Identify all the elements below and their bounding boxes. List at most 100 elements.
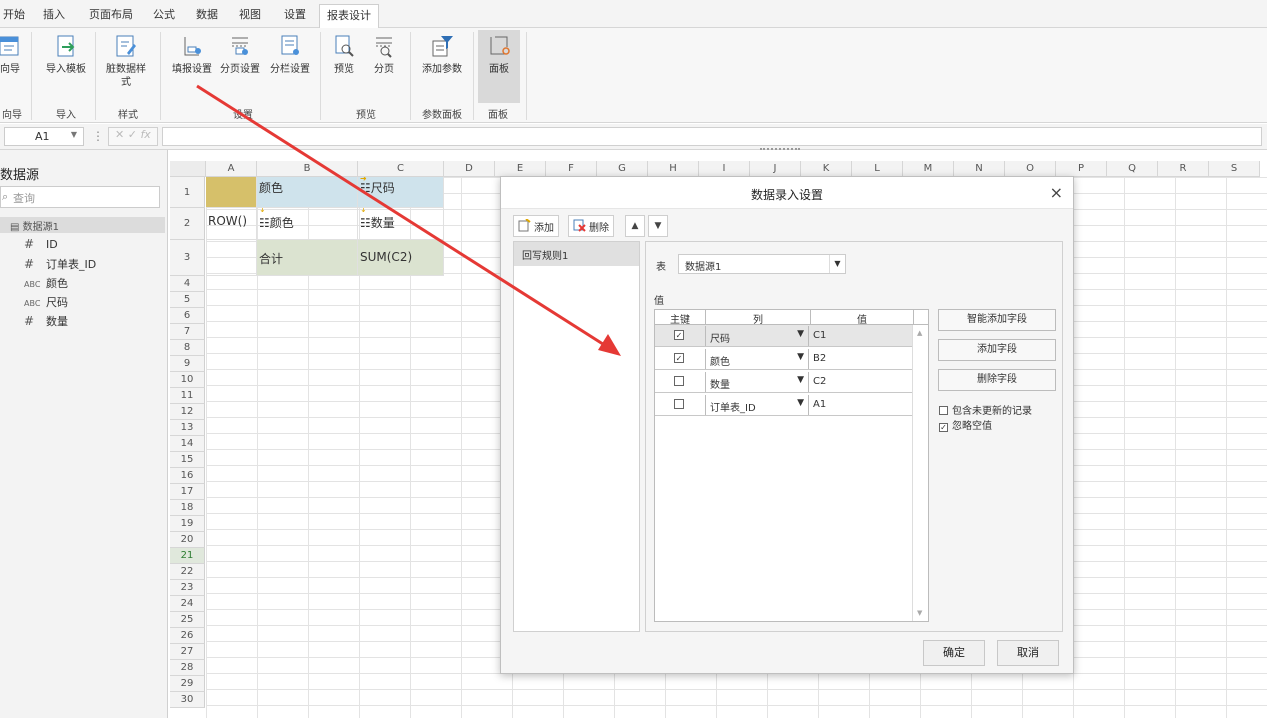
column-select[interactable]: 数量 ▼ xyxy=(705,372,809,392)
row-header-2[interactable]: 2 xyxy=(170,208,205,240)
row-header-19[interactable]: 19 xyxy=(170,516,205,532)
field-item[interactable]: ABC 颜色 xyxy=(24,275,68,291)
column-header-k[interactable]: K xyxy=(801,161,852,177)
row-header-24[interactable]: 24 xyxy=(170,596,205,612)
row-header-18[interactable]: 18 xyxy=(170,500,205,516)
scroll-up-icon[interactable]: ▲ xyxy=(917,329,922,337)
tab-view[interactable]: 视图 xyxy=(239,6,261,22)
field-item[interactable]: # ID xyxy=(24,237,58,251)
column-header-c[interactable]: C xyxy=(358,161,444,177)
column-header-l[interactable]: L xyxy=(852,161,903,177)
cell-b1[interactable]: 颜色 xyxy=(257,177,358,208)
splitter-handle[interactable] xyxy=(760,148,800,151)
row-header-8[interactable]: 8 xyxy=(170,340,205,356)
cell-b2[interactable]: ↓ ☷颜色 xyxy=(257,208,358,240)
cell-c2[interactable]: ↓ ☷数量 xyxy=(358,208,444,240)
formula-input[interactable] xyxy=(162,127,1262,146)
scroll-down-icon[interactable]: ▼ xyxy=(917,609,922,617)
panel-button[interactable]: 面板 xyxy=(484,33,514,76)
row-header-23[interactable]: 23 xyxy=(170,580,205,596)
delete-rule-button[interactable]: 删除 xyxy=(568,215,614,237)
delete-field-button[interactable]: 删除字段 xyxy=(938,369,1056,391)
tab-data[interactable]: 数据 xyxy=(196,6,218,22)
page-settings-button[interactable]: 分页设置 xyxy=(218,33,262,76)
row-header-14[interactable]: 14 xyxy=(170,436,205,452)
tab-start[interactable]: 开始 xyxy=(3,6,25,22)
table-scrollbar[interactable]: ▲ ▼ xyxy=(912,325,928,621)
wizard-button[interactable]: 向导 xyxy=(0,33,24,76)
include-unupdated-checkbox[interactable] xyxy=(939,406,948,415)
import-template-button[interactable]: 导入模板 xyxy=(44,33,88,76)
row-header-30[interactable]: 30 xyxy=(170,692,205,708)
column-header-m[interactable]: M xyxy=(903,161,954,177)
row-header-5[interactable]: 5 xyxy=(170,292,205,308)
column-header-q[interactable]: Q xyxy=(1107,161,1158,177)
row-header-21[interactable]: 21 xyxy=(170,548,205,564)
column-header-d[interactable]: D xyxy=(444,161,495,177)
primary-key-checkbox[interactable] xyxy=(674,376,684,386)
row-header-12[interactable]: 12 xyxy=(170,404,205,420)
row-header-28[interactable]: 28 xyxy=(170,660,205,676)
table-row[interactable]: ✓ 尺码 ▼ C1 xyxy=(655,325,913,347)
field-item[interactable]: # 订单表_ID xyxy=(24,256,96,272)
table-row[interactable]: 订单表_ID ▼ A1 xyxy=(655,394,913,416)
add-parameter-button[interactable]: 添加参数 xyxy=(420,33,464,76)
dirty-data-style-button[interactable]: 脏数据样式 xyxy=(104,33,148,89)
row-header-20[interactable]: 20 xyxy=(170,532,205,548)
ignore-empty-checkbox[interactable]: ✓ xyxy=(939,423,948,432)
column-header-a[interactable]: A xyxy=(206,161,257,177)
column-header-n[interactable]: N xyxy=(954,161,1005,177)
paginate-button[interactable]: 分页 xyxy=(370,33,398,76)
preview-button[interactable]: 预览 xyxy=(330,33,358,76)
cell-a2[interactable]: ROW() xyxy=(206,208,257,240)
move-up-button[interactable]: ▲ xyxy=(625,215,645,237)
column-header-j[interactable]: J xyxy=(750,161,801,177)
row-header-1[interactable]: 1 xyxy=(170,177,205,208)
cell-a3[interactable] xyxy=(206,240,257,276)
cell-a1[interactable] xyxy=(206,177,257,208)
tab-page-layout[interactable]: 页面布局 xyxy=(89,6,133,22)
row-header-26[interactable]: 26 xyxy=(170,628,205,644)
select-all-corner[interactable] xyxy=(170,161,206,177)
column-header-b[interactable]: B xyxy=(257,161,358,177)
table-row[interactable]: ✓ 颜色 ▼ B2 xyxy=(655,348,913,370)
add-field-button[interactable]: 添加字段 xyxy=(938,339,1056,361)
primary-key-checkbox[interactable] xyxy=(674,399,684,409)
field-item[interactable]: # 数量 xyxy=(24,313,68,329)
move-down-button[interactable]: ▼ xyxy=(648,215,668,237)
add-rule-button[interactable]: 添加 xyxy=(513,215,559,237)
datasource-search-input[interactable]: ⌕ 查询 xyxy=(0,186,160,208)
smart-add-field-button[interactable]: 智能添加字段 xyxy=(938,309,1056,331)
column-settings-button[interactable]: 分栏设置 xyxy=(268,33,312,76)
column-header-f[interactable]: F xyxy=(546,161,597,177)
table-select[interactable]: 数据源1 ▼ xyxy=(678,254,846,274)
column-header-s[interactable]: S xyxy=(1209,161,1260,177)
row-header-22[interactable]: 22 xyxy=(170,564,205,580)
primary-key-checkbox[interactable]: ✓ xyxy=(674,353,684,363)
row-header-13[interactable]: 13 xyxy=(170,420,205,436)
column-header-r[interactable]: R xyxy=(1158,161,1209,177)
row-header-10[interactable]: 10 xyxy=(170,372,205,388)
column-select[interactable]: 订单表_ID ▼ xyxy=(705,395,809,415)
column-header-g[interactable]: G xyxy=(597,161,648,177)
column-select[interactable]: 颜色 ▼ xyxy=(705,349,809,369)
row-header-9[interactable]: 9 xyxy=(170,356,205,372)
tree-item-datasource[interactable]: ▤ 数据源1 xyxy=(0,217,165,233)
tab-settings[interactable]: 设置 xyxy=(284,6,306,22)
cell-c1[interactable]: ➜ ☷尺码 xyxy=(358,177,444,208)
row-header-17[interactable]: 17 xyxy=(170,484,205,500)
column-header-h[interactable]: H xyxy=(648,161,699,177)
tab-formula[interactable]: 公式 xyxy=(153,6,175,22)
row-header-25[interactable]: 25 xyxy=(170,612,205,628)
row-header-29[interactable]: 29 xyxy=(170,676,205,692)
column-header-p[interactable]: P xyxy=(1056,161,1107,177)
column-header-e[interactable]: E xyxy=(495,161,546,177)
table-row[interactable]: 数量 ▼ C2 xyxy=(655,371,913,393)
primary-key-checkbox[interactable]: ✓ xyxy=(674,330,684,340)
fill-report-settings-button[interactable]: 填报设置 xyxy=(170,33,214,76)
cancel-button[interactable]: 取消 xyxy=(997,640,1059,666)
name-box[interactable]: A1 ▼ xyxy=(4,127,84,146)
column-select[interactable]: 尺码 ▼ xyxy=(705,326,809,346)
cell-c3[interactable]: SUM(C2) xyxy=(358,240,444,276)
rule-item[interactable]: 回写规则1 xyxy=(514,242,639,266)
